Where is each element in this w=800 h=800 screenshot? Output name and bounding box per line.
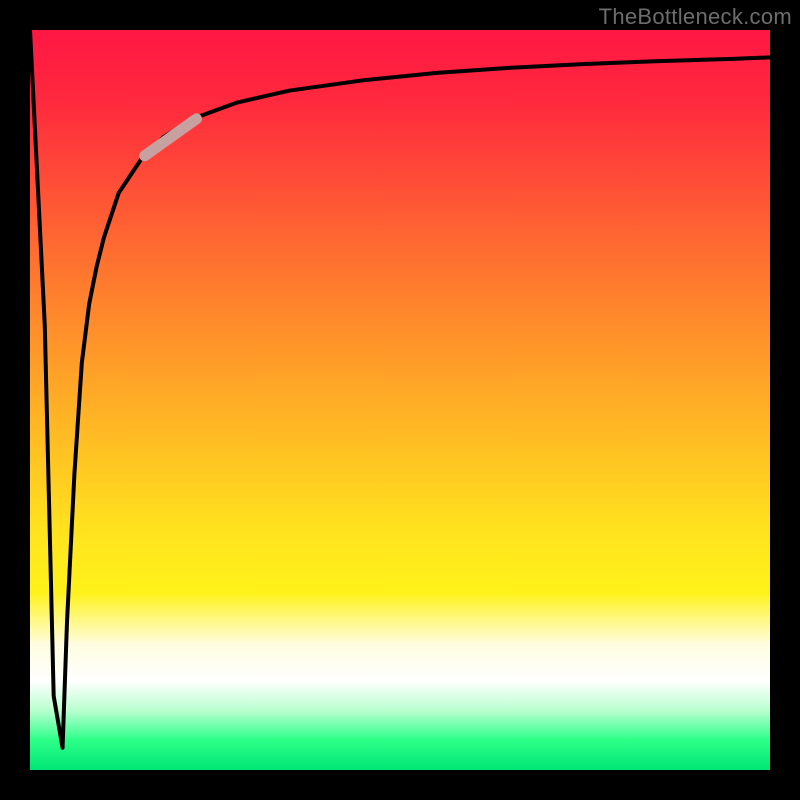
plot-gradient-background	[30, 30, 770, 770]
watermark-text: TheBottleneck.com	[599, 4, 792, 30]
chart-frame: TheBottleneck.com	[0, 0, 800, 800]
